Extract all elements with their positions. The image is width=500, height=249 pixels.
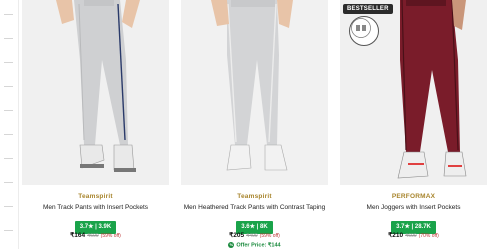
price: ₹205 (229, 232, 245, 239)
price: ₹210 (388, 232, 404, 239)
product-title[interactable]: Men Heathered Track Pants with Contrast … (181, 204, 328, 211)
mrp: ₹699 (87, 233, 99, 239)
mrp: ₹699 (405, 233, 417, 239)
brand-name: PERFORMAX (391, 193, 436, 200)
offer-price-text: Offer Price: ₹144 (236, 242, 281, 249)
price-row: ₹210 ₹699 (70% off) (340, 231, 487, 239)
divider (4, 62, 13, 63)
product-title[interactable]: Men Track Pants with Insert Pockets (22, 204, 169, 211)
discount: (70% off) (418, 233, 439, 239)
brand-name: Teamspirit (78, 193, 113, 200)
price: ₹164 (70, 232, 86, 239)
product-photo (22, 0, 169, 185)
product-image[interactable] (22, 0, 169, 185)
sidebar-edge (0, 0, 19, 249)
offer-price: % Offer Price: ₹144 (181, 242, 328, 248)
product-image[interactable] (181, 0, 328, 185)
product-card[interactable]: Teamspirit Men Heathered Track Pants wit… (181, 0, 328, 249)
quality-seal-icon (349, 16, 379, 46)
discount: (59% off) (100, 233, 121, 239)
price-row: ₹164 ₹699 (59% off) (22, 231, 169, 239)
divider (4, 182, 13, 183)
divider (4, 158, 13, 159)
discount: (59% off) (259, 233, 280, 239)
offer-tag-icon: % (228, 242, 235, 248)
mrp: ₹499 (246, 233, 258, 239)
bestseller-badge: BESTSELLER (343, 4, 393, 14)
product-card[interactable]: Teamspirit Men Track Pants with Insert P… (22, 0, 169, 249)
divider (4, 230, 13, 231)
divider (4, 14, 13, 15)
divider (4, 206, 13, 207)
product-card[interactable]: BESTSELLER PERFORMAX Men Joggers with In… (340, 0, 487, 249)
divider (4, 86, 13, 87)
divider (4, 110, 13, 111)
product-image[interactable]: BESTSELLER (340, 0, 487, 185)
product-photo (181, 0, 328, 185)
divider (4, 38, 13, 39)
brand-name: Teamspirit (237, 193, 272, 200)
divider (4, 134, 13, 135)
product-title[interactable]: Men Joggers with Insert Pockets (340, 204, 487, 211)
price-row: ₹205 ₹499 (59% off) (181, 231, 328, 239)
